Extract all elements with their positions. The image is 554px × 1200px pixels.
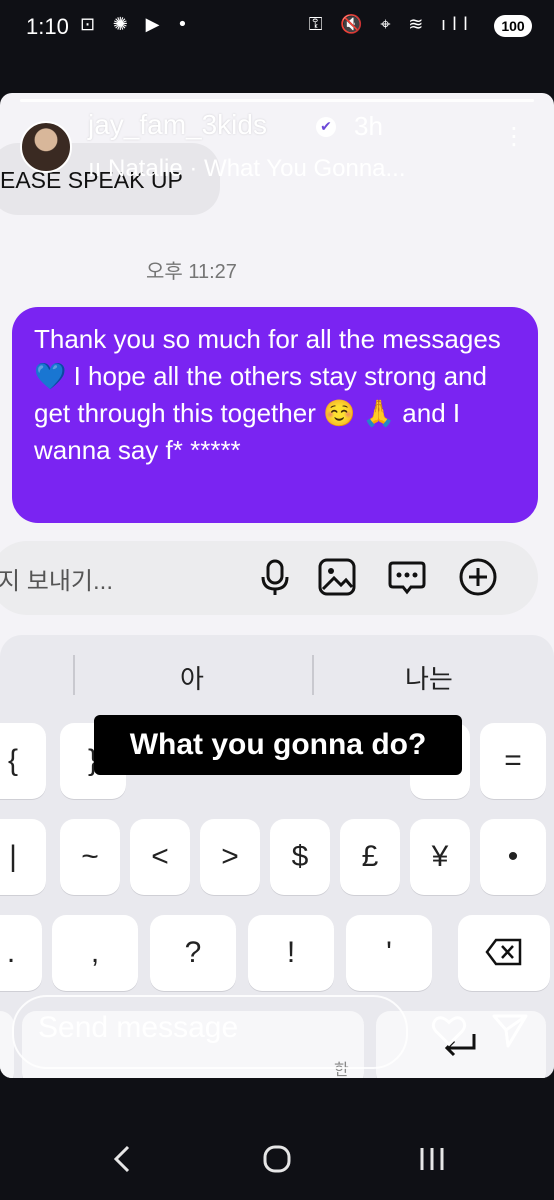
- verified-badge-icon: ✔: [316, 117, 336, 137]
- back-icon[interactable]: [110, 1144, 134, 1174]
- key[interactable]: <: [130, 819, 190, 895]
- key[interactable]: ?: [150, 915, 236, 991]
- key[interactable]: £: [340, 819, 400, 895]
- story-username[interactable]: jay_fam_3kids: [88, 109, 267, 141]
- image-icon[interactable]: [317, 557, 357, 597]
- backspace-icon: [485, 938, 522, 966]
- suggestion-divider: [312, 655, 314, 695]
- heart-icon[interactable]: [430, 1012, 468, 1050]
- music-label[interactable]: ıı Natalie · What You Gonna...: [88, 155, 406, 183]
- key[interactable]: $: [270, 819, 330, 895]
- key[interactable]: ,: [52, 915, 138, 991]
- story-time: 3h: [354, 111, 383, 141]
- suggestion-divider: [73, 655, 75, 695]
- add-icon[interactable]: [458, 557, 498, 597]
- home-icon[interactable]: [262, 1144, 292, 1174]
- status-bar: 1:10 ⊡ ✺ ▶ • ⚿ 🔇 ⌖ ≋ ıll 100: [0, 0, 554, 56]
- navigation-bar: [0, 1120, 554, 1200]
- key[interactable]: |: [0, 819, 46, 895]
- key[interactable]: !: [248, 915, 334, 991]
- key[interactable]: •: [480, 819, 546, 895]
- suggestion-2[interactable]: 나는: [405, 659, 453, 696]
- notification-icons: ⊡ ✺ ▶ •: [80, 14, 194, 35]
- status-time: 1:10: [26, 14, 69, 39]
- avatar[interactable]: [20, 121, 72, 173]
- message-text: Thank you so much for all the messages 💙…: [34, 324, 501, 465]
- system-status-icons: ⚿ 🔇 ⌖ ≋ ıll: [308, 14, 474, 35]
- message-bubble: Thank you so much for all the messages 💙…: [12, 307, 538, 523]
- story-progress-bar: [20, 99, 534, 102]
- message-timestamp: 오후 11:27: [146, 261, 237, 283]
- battery-icon: 100: [494, 15, 532, 37]
- key[interactable]: ¥: [410, 819, 470, 895]
- key[interactable]: >: [200, 819, 260, 895]
- key[interactable]: ~: [60, 819, 120, 895]
- story-view[interactable]: EASE SPEAK UP jay_fam_3kids ✔ 3h ıı Nata…: [0, 93, 554, 1078]
- key[interactable]: ': [346, 915, 432, 991]
- recent-apps-icon[interactable]: [418, 1144, 446, 1174]
- send-message-placeholder: Send message: [38, 1011, 239, 1044]
- send-message-input[interactable]: Send message: [12, 995, 408, 1069]
- key[interactable]: [0, 1011, 14, 1078]
- more-options-icon[interactable]: ⋮: [502, 124, 526, 148]
- key[interactable]: {: [0, 723, 46, 799]
- backspace-key[interactable]: [458, 915, 550, 991]
- send-icon[interactable]: [490, 1010, 530, 1050]
- suggestion-1[interactable]: 아: [180, 659, 204, 696]
- microphone-icon[interactable]: [255, 557, 295, 597]
- sticker-chat-icon[interactable]: [387, 557, 427, 597]
- key[interactable]: .: [0, 915, 42, 991]
- compose-placeholder[interactable]: 지 보내기...: [0, 561, 113, 596]
- compose-bar: 지 보내기...: [0, 541, 538, 615]
- story-caption: What you gonna do?: [94, 715, 462, 775]
- key[interactable]: =: [480, 723, 546, 799]
